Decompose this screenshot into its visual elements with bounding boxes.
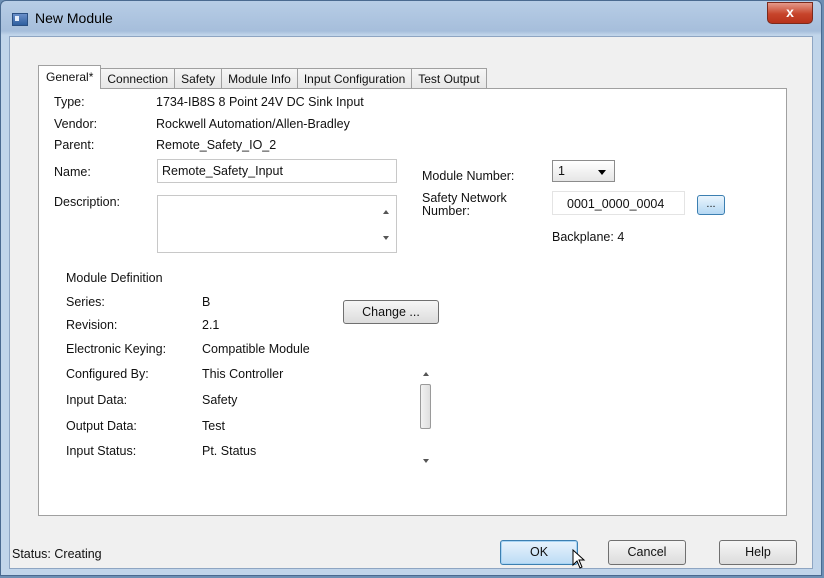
status-text: Status: Creating	[12, 547, 102, 561]
type-label: Type:	[54, 95, 85, 109]
safety-network-label: Safety Network Number:	[422, 192, 507, 218]
tab-input-configuration[interactable]: Input Configuration	[296, 68, 413, 89]
input-data-value: Safety	[202, 393, 238, 407]
new-module-dialog: New Module x General* Connection Safety …	[0, 0, 822, 576]
tab-safety[interactable]: Safety	[174, 68, 223, 89]
ok-button[interactable]: OK	[500, 540, 578, 565]
general-tab-panel: Type: 1734-IB8S 8 Point 24V DC Sink Inpu…	[38, 88, 787, 516]
output-data-label: Output Data:	[66, 419, 137, 433]
electronic-keying-label: Electronic Keying:	[66, 342, 167, 356]
module-number-label: Module Number:	[422, 169, 515, 183]
backplane-text: Backplane: 4	[552, 230, 625, 244]
parent-value: Remote_Safety_IO_2	[156, 138, 277, 152]
scroll-down-icon[interactable]	[383, 236, 389, 240]
scrollbar-thumb[interactable]	[420, 384, 431, 429]
vendor-value: Rockwell Automation/Allen-Bradley	[156, 117, 350, 131]
description-label: Description:	[54, 195, 120, 209]
safety-network-label-line2: Number:	[422, 204, 470, 218]
change-button[interactable]: Change ...	[343, 300, 439, 324]
safety-network-number-field[interactable]: 0001_0000_0004	[552, 191, 685, 215]
revision-value: 2.1	[202, 318, 220, 332]
input-data-label: Input Data:	[66, 393, 128, 407]
tab-general[interactable]: General*	[38, 65, 102, 89]
definition-scrollbar[interactable]	[419, 367, 433, 467]
module-definition-title: Module Definition	[66, 271, 163, 285]
input-status-label: Input Status:	[66, 444, 137, 458]
parent-label: Parent:	[54, 138, 95, 152]
name-label: Name:	[54, 165, 91, 179]
close-icon[interactable]: x	[767, 2, 813, 24]
description-field[interactable]	[157, 195, 397, 253]
input-status-value: Pt. Status	[202, 444, 257, 458]
scroll-up-icon[interactable]	[383, 210, 389, 214]
app-icon	[12, 13, 28, 26]
name-field-value: Remote_Safety_Input	[162, 164, 283, 178]
mouse-pointer-icon	[572, 549, 586, 569]
configured-by-value: This Controller	[202, 367, 284, 381]
safety-network-browse-button[interactable]: ...	[697, 195, 725, 215]
safety-network-number-value: 0001_0000_0004	[567, 197, 665, 211]
type-value: 1734-IB8S 8 Point 24V DC Sink Input	[156, 95, 364, 109]
output-data-value: Test	[202, 419, 225, 433]
cancel-button[interactable]: Cancel	[608, 540, 686, 565]
scroll-up-icon[interactable]	[423, 372, 429, 376]
tab-module-info[interactable]: Module Info	[221, 68, 298, 89]
module-number-value: 1	[558, 164, 565, 178]
name-field[interactable]: Remote_Safety_Input	[157, 159, 397, 183]
revision-label: Revision:	[66, 318, 118, 332]
help-button[interactable]: Help	[719, 540, 797, 565]
tab-strip: General* Connection Safety Module Info I…	[38, 65, 487, 89]
electronic-keying-value: Compatible Module	[202, 342, 310, 356]
dialog-client: General* Connection Safety Module Info I…	[9, 36, 813, 569]
chevron-down-icon	[598, 170, 606, 175]
window-title: New Module	[35, 10, 113, 26]
module-number-select[interactable]: 1	[552, 160, 615, 182]
tab-connection[interactable]: Connection	[100, 68, 176, 89]
vendor-label: Vendor:	[54, 117, 98, 131]
title-bar[interactable]: New Module x	[1, 1, 821, 35]
tab-test-output[interactable]: Test Output	[411, 68, 487, 89]
series-label: Series:	[66, 295, 105, 309]
scroll-down-icon[interactable]	[423, 459, 429, 463]
configured-by-label: Configured By:	[66, 367, 149, 381]
series-value: B	[202, 295, 211, 309]
